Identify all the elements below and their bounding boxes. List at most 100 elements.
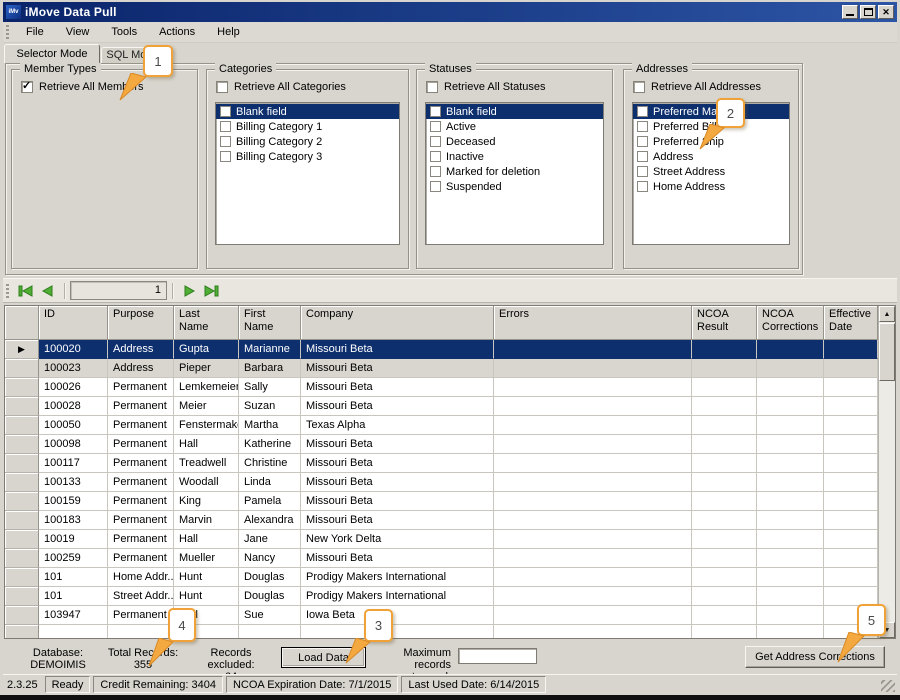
table-cell[interactable] [757, 416, 824, 435]
previous-record-button[interactable] [37, 280, 59, 301]
table-cell[interactable]: King [174, 492, 239, 511]
table-cell[interactable] [692, 435, 757, 454]
table-cell[interactable] [824, 568, 878, 587]
table-cell[interactable] [239, 625, 301, 639]
column-header[interactable]: Errors [494, 306, 692, 340]
table-cell[interactable]: Marianne [239, 340, 301, 359]
menu-help[interactable]: Help [206, 23, 251, 41]
table-row[interactable]: 100026PermanentLemkemeierSallyMissouri B… [5, 378, 895, 397]
next-record-button[interactable] [178, 280, 200, 301]
row-selector[interactable] [5, 587, 39, 606]
table-cell[interactable] [692, 454, 757, 473]
table-cell[interactable]: 100159 [39, 492, 108, 511]
row-selector[interactable] [5, 511, 39, 530]
table-cell[interactable]: Missouri Beta [301, 397, 494, 416]
menu-actions[interactable]: Actions [148, 23, 206, 41]
table-row[interactable]: 100098PermanentHallKatherineMissouri Bet… [5, 435, 895, 454]
list-item[interactable]: Suspended [426, 179, 603, 194]
table-cell[interactable]: Douglas [239, 587, 301, 606]
table-cell[interactable]: Sally [239, 378, 301, 397]
list-item[interactable]: Home Address [633, 179, 789, 194]
table-cell[interactable]: Home Addr... [108, 568, 174, 587]
table-row[interactable]: 101Home Addr...HuntDouglasProdigy Makers… [5, 568, 895, 587]
table-cell[interactable] [757, 359, 824, 378]
table-cell[interactable]: Missouri Beta [301, 473, 494, 492]
row-selector[interactable] [5, 359, 39, 378]
scroll-up-button[interactable]: ▲ [879, 306, 895, 322]
table-cell[interactable] [692, 397, 757, 416]
table-cell[interactable]: Permanent [108, 397, 174, 416]
column-header[interactable]: Last Name [174, 306, 239, 340]
table-cell[interactable]: Missouri Beta [301, 492, 494, 511]
table-cell[interactable]: 10019 [39, 530, 108, 549]
list-item[interactable]: Blank field [216, 104, 399, 119]
table-cell[interactable] [39, 625, 108, 639]
table-cell[interactable]: Permanent [108, 454, 174, 473]
table-cell[interactable] [824, 435, 878, 454]
list-item[interactable]: Billing Category 2 [216, 134, 399, 149]
row-selector[interactable] [5, 530, 39, 549]
list-item[interactable]: Billing Category 3 [216, 149, 399, 164]
table-cell[interactable] [692, 549, 757, 568]
table-cell[interactable] [494, 587, 692, 606]
table-cell[interactable]: Permanent [108, 492, 174, 511]
table-cell[interactable] [692, 340, 757, 359]
table-cell[interactable] [757, 340, 824, 359]
table-row[interactable]: 100159PermanentKingPamelaMissouri Beta [5, 492, 895, 511]
vertical-scrollbar[interactable]: ▲ ▼ [878, 306, 895, 638]
table-cell[interactable] [494, 511, 692, 530]
table-cell[interactable]: Missouri Beta [301, 454, 494, 473]
table-cell[interactable]: Meier [174, 397, 239, 416]
column-header[interactable]: Purpose [108, 306, 174, 340]
table-cell[interactable]: Permanent [108, 511, 174, 530]
table-cell[interactable]: 100026 [39, 378, 108, 397]
record-position-input[interactable]: 1 [70, 281, 167, 300]
row-selector[interactable] [5, 568, 39, 587]
table-cell[interactable]: Douglas [239, 568, 301, 587]
table-cell[interactable] [692, 587, 757, 606]
table-cell[interactable]: New York Delta [301, 530, 494, 549]
table-cell[interactable] [757, 606, 824, 625]
scrollbar-thumb[interactable] [879, 323, 895, 381]
row-selector[interactable] [5, 416, 39, 435]
table-cell[interactable] [692, 568, 757, 587]
menu-file[interactable]: File [15, 23, 55, 41]
table-cell[interactable]: 100183 [39, 511, 108, 530]
table-cell[interactable] [824, 492, 878, 511]
table-cell[interactable]: Gupta [174, 340, 239, 359]
table-cell[interactable] [757, 568, 824, 587]
table-cell[interactable] [692, 473, 757, 492]
table-cell[interactable] [757, 625, 824, 639]
table-cell[interactable]: Treadwell [174, 454, 239, 473]
table-cell[interactable] [824, 397, 878, 416]
table-row[interactable]: 100259PermanentMuellerNancyMissouri Beta [5, 549, 895, 568]
table-cell[interactable] [757, 530, 824, 549]
table-cell[interactable]: Sue [239, 606, 301, 625]
table-cell[interactable]: Christine [239, 454, 301, 473]
table-row[interactable]: 100050PermanentFenstermakerMarthaTexas A… [5, 416, 895, 435]
table-cell[interactable]: Suzan [239, 397, 301, 416]
maximize-button[interactable] [860, 5, 876, 19]
table-cell[interactable]: Barbara [239, 359, 301, 378]
table-cell[interactable] [494, 606, 692, 625]
row-selector[interactable] [5, 397, 39, 416]
table-row[interactable]: 100117PermanentTreadwellChristineMissour… [5, 454, 895, 473]
row-selector[interactable] [5, 625, 39, 639]
table-cell[interactable] [494, 549, 692, 568]
table-cell[interactable]: Permanent [108, 473, 174, 492]
table-cell[interactable] [824, 378, 878, 397]
menu-tools[interactable]: Tools [100, 23, 148, 41]
table-cell[interactable] [824, 530, 878, 549]
list-item[interactable]: Address [633, 149, 789, 164]
table-cell[interactable]: 100050 [39, 416, 108, 435]
table-cell[interactable]: Fenstermaker [174, 416, 239, 435]
table-cell[interactable] [824, 416, 878, 435]
table-cell[interactable] [824, 359, 878, 378]
categories-listbox[interactable]: Blank fieldBilling Category 1Billing Cat… [215, 102, 400, 245]
table-cell[interactable] [757, 397, 824, 416]
table-cell[interactable] [757, 492, 824, 511]
table-cell[interactable] [494, 568, 692, 587]
table-cell[interactable]: 101 [39, 568, 108, 587]
table-cell[interactable] [494, 378, 692, 397]
table-cell[interactable] [692, 511, 757, 530]
